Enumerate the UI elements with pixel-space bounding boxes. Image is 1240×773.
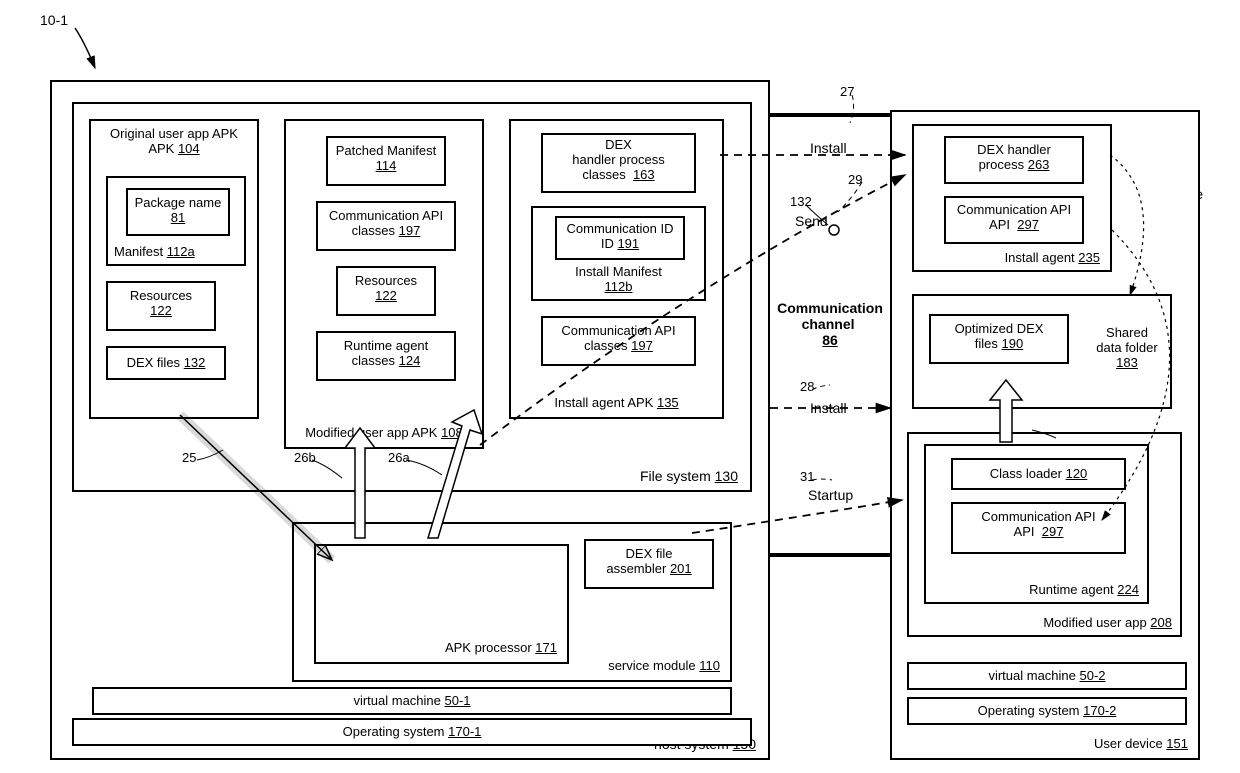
install-agent: DEX handler process 263 Communication AP…	[912, 124, 1112, 272]
install-manifest-label: Install Manifest 112b	[533, 265, 704, 295]
resources-122a: Resources 122	[106, 281, 216, 331]
comm-api-297a: Communication APIAPI 297	[944, 196, 1084, 244]
dex-handler-classes-163: DEXhandler processclasses 163	[541, 133, 696, 193]
dex-handler-process-263: DEX handler process 263	[944, 136, 1084, 184]
c26a: 26a	[388, 451, 410, 466]
file-system-text: File system	[640, 468, 711, 484]
comm-channel: Communication channel 86	[775, 300, 885, 348]
manifest-label: Manifest 112a	[114, 245, 195, 260]
install-label-top: Install	[810, 140, 847, 156]
file-system-label: File system 130	[640, 468, 738, 484]
comm-id-191: Communication IDID 191	[555, 216, 685, 260]
install-agent-apk-label: Install agent APK 135	[511, 396, 722, 411]
c28: 28	[800, 380, 814, 395]
install-label-mid: Install	[810, 400, 847, 416]
apk-processor: APK processor 171	[314, 544, 569, 664]
install-manifest-112b: Communication IDID 191 Install Manifest …	[531, 206, 706, 301]
vm-host: virtual machine 50-1	[92, 687, 732, 715]
original-apk-title: Original user app APKAPK 104	[91, 127, 257, 157]
os-device: Operating system 170-2	[907, 697, 1187, 725]
file-system-ref: 130	[715, 468, 738, 484]
user-device-label: User device 151	[1094, 737, 1188, 752]
modified-apk: Patched Manifest 114 Communication API c…	[284, 119, 484, 449]
modified-user-app-label: Modified user app 208	[1043, 616, 1172, 631]
user-device: User device 151 DEX handler process 263 …	[890, 110, 1200, 760]
service-module: service module 110 APK processor 171 DEX…	[292, 522, 732, 682]
host-system: host system 150 File system 130 Original…	[50, 80, 770, 760]
comm-api-classes-197a: Communication API classes 197	[316, 201, 456, 251]
os-host: Operating system 170-1	[72, 718, 752, 746]
shared-data-folder: Optimized DEX files 190 Shared data fold…	[912, 294, 1172, 409]
file-system: File system 130 Original user app APKAPK…	[72, 102, 752, 492]
package-name-81: Package name 81	[126, 188, 230, 236]
dex-file-assembler: DEX file assembler 201	[584, 539, 714, 589]
runtime-agent-label: Runtime agent 224	[1029, 583, 1139, 598]
startup-label: Startup	[808, 487, 853, 503]
comm-api-classes-197b: Communication API classes 197	[541, 316, 696, 366]
c31: 31	[800, 470, 814, 485]
apk-processor-label: APK processor 171	[445, 641, 557, 656]
dex-files-132: DEX files 132	[106, 346, 226, 380]
c27: 27	[840, 85, 854, 100]
send-label: Send	[795, 213, 828, 229]
comm-api-297b: Communication APIAPI 297	[951, 502, 1126, 554]
c25: 25	[182, 451, 196, 466]
resources-122b: Resources 122	[336, 266, 436, 316]
patched-manifest-114: Patched Manifest 114	[326, 136, 446, 186]
service-module-label: service module 110	[608, 659, 720, 674]
original-apk: Original user app APKAPK 104 Package nam…	[89, 119, 259, 419]
class-loader-120: Class loader 120	[951, 458, 1126, 490]
modified-apk-label: Modified user app APK 108	[286, 426, 482, 441]
c29: 29	[848, 173, 862, 188]
runtime-agent-classes-124: Runtime agent classes 124	[316, 331, 456, 381]
manifest-112a: Package name 81 Manifest 112a	[106, 176, 246, 266]
install-agent-label: Install agent 235	[1005, 251, 1100, 266]
shared-data-folder-label: Shared data folder 183	[1092, 326, 1162, 371]
optimized-dex-190: Optimized DEX files 190	[929, 314, 1069, 364]
install-agent-apk: DEXhandler processclasses 163 Communicat…	[509, 119, 724, 419]
vm-device: virtual machine 50-2	[907, 662, 1187, 690]
c132: 132	[790, 195, 812, 210]
c26b: 26b	[294, 451, 316, 466]
figure-id: 10-1	[40, 12, 68, 28]
modified-user-app: Class loader 120 Communication APIAPI 29…	[907, 432, 1182, 637]
runtime-agent: Class loader 120 Communication APIAPI 29…	[924, 444, 1149, 604]
